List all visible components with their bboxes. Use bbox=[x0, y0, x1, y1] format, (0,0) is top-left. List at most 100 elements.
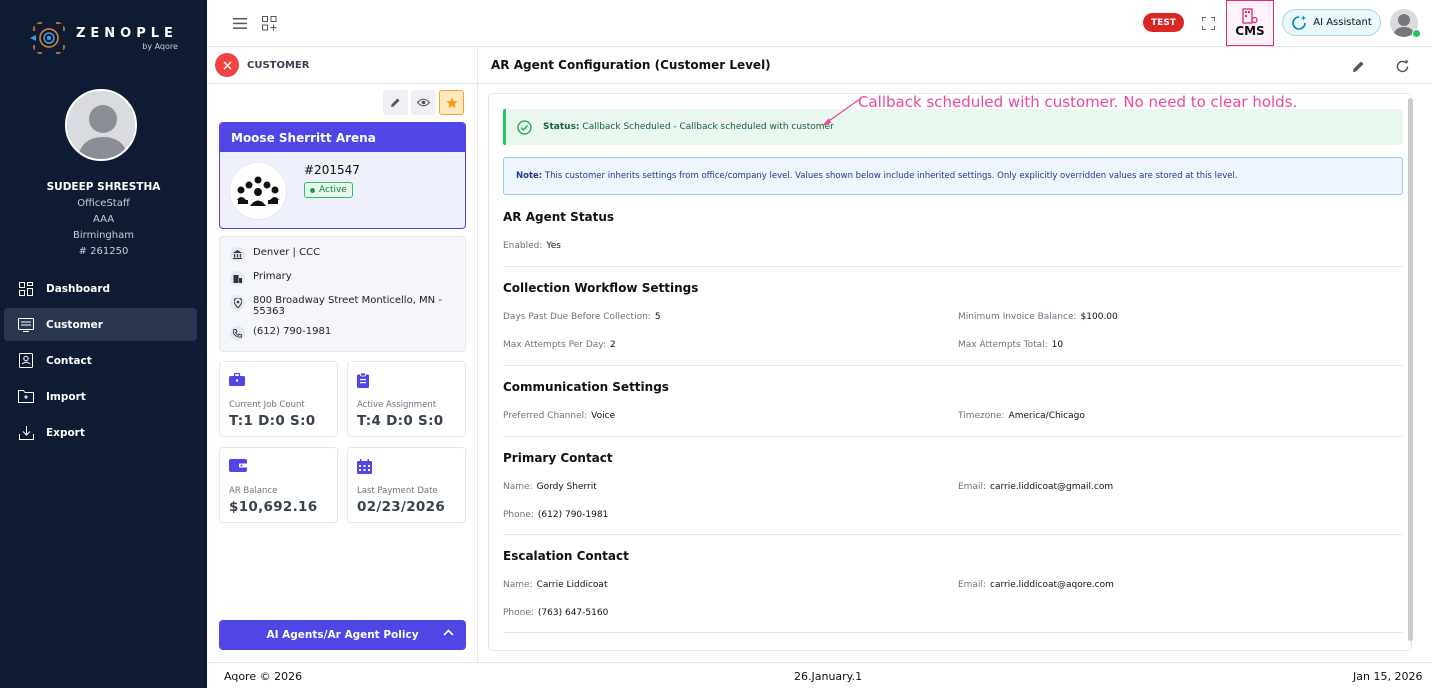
footer-copyright: Aqore © 2026 bbox=[224, 670, 303, 683]
field-enabled: Enabled: Yes bbox=[503, 241, 561, 251]
status-label: Status: bbox=[543, 122, 580, 132]
customer-panel-header: CUSTOMER bbox=[207, 47, 477, 84]
note-label: Note: bbox=[516, 171, 543, 181]
phone-icon bbox=[230, 326, 245, 341]
customer-summary-card: Moose Sherritt Arena #201547 Active bbox=[219, 122, 466, 229]
main-scrollbar[interactable] bbox=[1408, 98, 1413, 641]
customer-actions bbox=[383, 90, 464, 115]
customer-info-box: Denver | CCC Primary 800 Broadway Street… bbox=[219, 236, 466, 352]
nav-item-contact[interactable]: Contact bbox=[4, 344, 197, 377]
footer: Aqore © 2026 26.January.1 Jan 15, 2026 bbox=[207, 662, 1432, 688]
note-text: This customer inherits settings from off… bbox=[544, 171, 1238, 181]
close-icon bbox=[223, 61, 231, 69]
fullscreen-icon[interactable] bbox=[1197, 12, 1219, 34]
customer-office: Denver | CCC bbox=[253, 247, 321, 258]
active-dot-icon bbox=[310, 187, 315, 193]
nav-label-import: Import bbox=[46, 390, 86, 403]
online-status-indicator bbox=[1412, 29, 1421, 38]
type-row: Primary bbox=[230, 271, 292, 286]
ai-assistant-button[interactable]: AI Assistant bbox=[1282, 9, 1381, 36]
person-silhouette-icon bbox=[67, 91, 135, 159]
customer-icon bbox=[18, 317, 34, 333]
customer-panel-title: CUSTOMER bbox=[247, 59, 310, 71]
config-panel: Status: Callback Scheduled - Callback sc… bbox=[488, 93, 1412, 651]
main-header: AR Agent Configuration (Customer Level) bbox=[478, 47, 1432, 84]
address-row: 800 Broadway Street Monticello, MN - 553… bbox=[230, 295, 450, 317]
customer-address: 800 Broadway Street Monticello, MN - 553… bbox=[253, 295, 442, 317]
stat-value: T:4 D:0 S:0 bbox=[357, 413, 444, 429]
phone-row: (612) 790-1981 bbox=[230, 326, 331, 341]
star-icon bbox=[446, 97, 457, 108]
brand-sub: by Aqore bbox=[142, 41, 178, 51]
building-icon bbox=[1242, 8, 1258, 24]
briefcase-icon bbox=[229, 373, 245, 386]
wallet-icon bbox=[229, 459, 247, 472]
nav-label-contact: Contact bbox=[46, 354, 92, 367]
customer-type: Primary bbox=[253, 271, 292, 282]
sidebar-nav: Dashboard Customer Contact Import Export bbox=[4, 272, 197, 452]
check-circle-icon bbox=[517, 119, 532, 135]
pencil-icon bbox=[1352, 61, 1363, 72]
export-icon bbox=[18, 425, 34, 441]
stat-label: Current Job Count bbox=[229, 400, 305, 410]
building-icon bbox=[230, 271, 245, 286]
section-title-escalation-contact: Escalation Contact bbox=[503, 549, 629, 563]
cms-button[interactable]: CMS bbox=[1226, 0, 1274, 46]
eye-icon bbox=[417, 98, 430, 107]
hamburger-menu-icon[interactable] bbox=[229, 12, 251, 34]
field-escalation-email: Email: carrie.liddicoat@aqore.com bbox=[958, 580, 1114, 590]
user-id: # 261250 bbox=[78, 246, 129, 257]
close-customer-button[interactable] bbox=[215, 53, 239, 77]
stat-label: AR Balance bbox=[229, 486, 278, 496]
ai-agents-policy-button[interactable]: AI Agents/Ar Agent Policy bbox=[219, 620, 466, 650]
stat-card-ar-balance[interactable]: AR Balance $10,692.16 bbox=[219, 447, 338, 523]
stat-value: 02/23/2026 bbox=[357, 499, 446, 515]
page-title: AR Agent Configuration (Customer Level) bbox=[491, 58, 771, 72]
nav-item-dashboard[interactable]: Dashboard bbox=[4, 272, 197, 305]
pencil-icon bbox=[391, 98, 400, 107]
view-customer-button[interactable] bbox=[411, 90, 436, 115]
top-bar: TEST CMS AI Assistant bbox=[207, 0, 1432, 47]
footer-date: Jan 15, 2026 bbox=[1353, 670, 1423, 683]
stat-card-job-count[interactable]: Current Job Count T:1 D:0 S:0 bbox=[219, 361, 338, 437]
favorite-customer-button[interactable] bbox=[439, 90, 464, 115]
stat-card-active-assignment[interactable]: Active Assignment T:4 D:0 S:0 bbox=[347, 361, 466, 437]
user-role: OfficeStaff bbox=[77, 198, 130, 209]
field-max-total: Max Attempts Total: 10 bbox=[958, 340, 1064, 350]
section-divider bbox=[503, 632, 1403, 633]
field-primary-name: Name: Gordy Sherrit bbox=[503, 482, 597, 492]
section-divider bbox=[503, 365, 1403, 366]
ai-assistant-label: AI Assistant bbox=[1313, 17, 1372, 28]
stat-card-last-payment[interactable]: Last Payment Date 02/23/2026 bbox=[347, 447, 466, 523]
contact-icon bbox=[18, 353, 34, 369]
nav-item-customer[interactable]: Customer bbox=[4, 308, 197, 341]
edit-customer-button[interactable] bbox=[383, 90, 408, 115]
apps-grid-icon[interactable] bbox=[258, 12, 280, 34]
nav-item-import[interactable]: Import bbox=[4, 380, 197, 413]
bank-icon bbox=[230, 247, 245, 262]
nav-label-export: Export bbox=[46, 426, 85, 439]
user-location: Birmingham bbox=[73, 230, 134, 241]
customer-name: Moose Sherritt Arena bbox=[220, 123, 465, 152]
stat-value: T:1 D:0 S:0 bbox=[229, 413, 316, 429]
user-info: SUDEEP SHRESTHA OfficeStaff AAA Birmingh… bbox=[0, 181, 207, 260]
brand-logo[interactable]: ZENOPLE by Aqore bbox=[30, 14, 190, 62]
field-min-invoice: Minimum Invoice Balance: $100.00 bbox=[958, 312, 1118, 322]
customer-group-icon bbox=[229, 162, 287, 220]
section-divider bbox=[503, 266, 1403, 267]
edit-config-button[interactable] bbox=[1349, 57, 1367, 75]
customer-number: #201547 bbox=[304, 163, 360, 177]
refresh-button[interactable] bbox=[1393, 57, 1411, 75]
office-row: Denver | CCC bbox=[230, 247, 320, 262]
field-max-per-day: Max Attempts Per Day: 2 bbox=[503, 340, 616, 350]
stat-label: Last Payment Date bbox=[357, 486, 438, 496]
user-avatar[interactable] bbox=[65, 89, 137, 161]
nav-label-customer: Customer bbox=[46, 318, 103, 331]
status-text: Callback Scheduled - Callback scheduled … bbox=[582, 122, 834, 132]
stat-value: $10,692.16 bbox=[229, 499, 318, 515]
nav-item-export[interactable]: Export bbox=[4, 416, 197, 449]
status-badge: Active bbox=[304, 182, 353, 198]
footer-version: 26.January.1 bbox=[794, 670, 863, 683]
field-preferred-channel: Preferred Channel: Voice bbox=[503, 411, 616, 421]
user-name: SUDEEP SHRESTHA bbox=[46, 181, 161, 193]
